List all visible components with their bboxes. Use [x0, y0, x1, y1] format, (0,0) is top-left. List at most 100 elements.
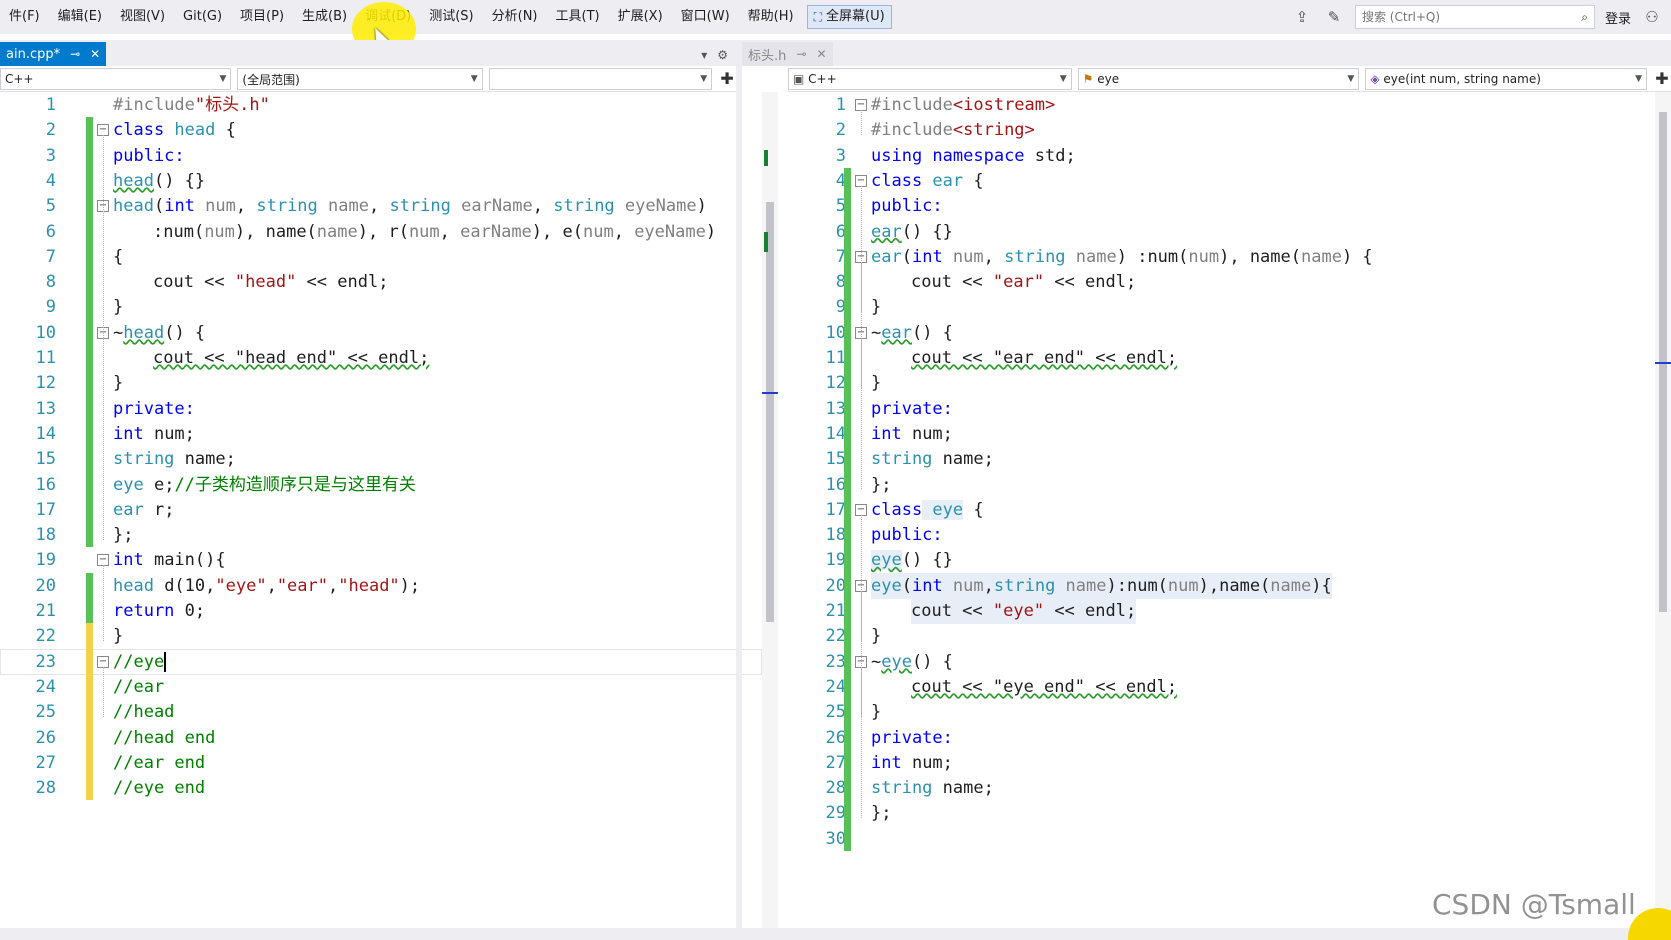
code-line[interactable]: 7{	[0, 244, 762, 270]
code-line[interactable]: 19− int main(){	[0, 547, 762, 573]
code-line[interactable]: 4− class ear {	[790, 168, 1655, 194]
code-line[interactable]: 16};	[790, 472, 1655, 498]
scope-dropdown[interactable]: (全局范围) ▼	[237, 68, 483, 90]
menu-item[interactable]: 分析(N)	[483, 0, 547, 34]
code-line[interactable]: 11 cout << "head end" << endl;	[0, 345, 762, 371]
code-line[interactable]: 26 //head end	[0, 725, 762, 751]
code-line[interactable]: 11 cout << "ear end" << endl;	[790, 345, 1655, 371]
right-editor[interactable]: 1− #include<iostream> 2 #include<string> 3 us…	[790, 92, 1655, 928]
pin-icon[interactable]: ⊸	[796, 47, 806, 61]
menu-item[interactable]: Git(G)	[174, 0, 231, 34]
search-icon[interactable]: ⌕	[1581, 10, 1588, 25]
gear-icon[interactable]: ⚙	[717, 48, 728, 62]
close-icon[interactable]: ✕	[90, 47, 100, 61]
menu-item[interactable]: 窗口(W)	[672, 0, 739, 34]
tab-overflow-icon[interactable]: ▾	[701, 48, 707, 62]
code-line[interactable]: 10− ~head() {	[0, 320, 762, 346]
code-line[interactable]: 9}	[790, 294, 1655, 320]
code-line[interactable]: 15 string name;	[790, 446, 1655, 472]
code-line[interactable]: 27 int num;	[790, 750, 1655, 776]
code-line[interactable]: 5 public:	[790, 193, 1655, 219]
left-scroll-thumb[interactable]	[766, 202, 774, 622]
code-line[interactable]: 4 head() {}	[0, 168, 762, 194]
code-line[interactable]: 12}	[790, 370, 1655, 396]
code-line[interactable]: 8 cout << "ear" << endl;	[790, 269, 1655, 295]
menu-item[interactable]: 项目(P)	[231, 0, 293, 34]
split-plus-icon[interactable]: ✚	[718, 68, 736, 91]
code-line[interactable]: 19 eye() {}	[790, 547, 1655, 573]
split-plus-icon[interactable]: ✚	[1653, 68, 1671, 91]
left-editor[interactable]: 1 #include"标头.h" 2− class head {3 public: 4 he…	[0, 92, 762, 928]
code-line[interactable]: 26 private:	[790, 725, 1655, 751]
code-line[interactable]: 15 string name;	[0, 446, 762, 472]
code-line[interactable]: 27 //ear end	[0, 750, 762, 776]
code-line[interactable]: 23− ~eye() {	[790, 649, 1655, 675]
search-input[interactable]	[1361, 10, 1562, 24]
menu-item[interactable]: 生成(B)	[293, 0, 356, 34]
code-line[interactable]: 1− #include<iostream>	[790, 92, 1655, 118]
login-link[interactable]: 登录	[1605, 8, 1631, 27]
code-line[interactable]: 17 ear r;	[0, 497, 762, 523]
menu-item[interactable]: 帮助(H)	[739, 0, 803, 34]
code-line[interactable]: 24 //ear	[0, 674, 762, 700]
account-icon[interactable]: ⚇	[1641, 8, 1663, 26]
project-dropdown[interactable]: C++ ▼	[0, 68, 232, 90]
code-line[interactable]: 13 private:	[790, 396, 1655, 422]
tab-header-h[interactable]: 标头.h ⊸ ✕	[742, 42, 833, 66]
code-line[interactable]: 21 cout << "eye" << endl;	[790, 598, 1655, 624]
member-dropdown[interactable]: ◈ eye(int num, string name) ▼	[1365, 68, 1648, 90]
code-line[interactable]: 25}	[790, 699, 1655, 725]
menu-item[interactable]: 件(F)	[0, 0, 49, 34]
code-line[interactable]: 25 //head	[0, 699, 762, 725]
code-line[interactable]: 2− class head {	[0, 117, 762, 143]
code-line[interactable]: 2 #include<string>	[790, 117, 1655, 143]
fullscreen-button[interactable]: ⛶ 全屏幕(U)	[806, 5, 892, 29]
code-line[interactable]: 12}	[0, 370, 762, 396]
code-line[interactable]: 7− ear(int num, string name) :num(num), n…	[790, 244, 1655, 270]
pane-splitter[interactable]	[736, 40, 742, 940]
code-line[interactable]: 24 cout << "eye end" << endl;	[790, 674, 1655, 700]
code-line[interactable]: 18};	[0, 522, 762, 548]
code-line[interactable]: 14 int num;	[790, 421, 1655, 447]
code-line[interactable]: 13 private:	[0, 396, 762, 422]
menu-item[interactable]: 扩展(X)	[609, 0, 672, 34]
search-box[interactable]: ⌕	[1354, 5, 1595, 29]
code-line[interactable]: 6 ear() {}	[790, 219, 1655, 245]
project-dropdown[interactable]: ▣ C++ ▼	[788, 68, 1072, 90]
menu-item[interactable]: 视图(V)	[111, 0, 174, 34]
share-icon[interactable]: ⇪	[1291, 8, 1313, 26]
code-line[interactable]: 28 //eye end	[0, 775, 762, 801]
left-scrollbar[interactable]	[762, 92, 778, 928]
code-line[interactable]: 3 using namespace std;	[790, 143, 1655, 169]
code-line[interactable]: 8 cout << "head" << endl;	[0, 269, 762, 295]
pin-icon[interactable]: ⊸	[70, 47, 80, 61]
tab-main-cpp[interactable]: ain.cpp* ⊸ ✕	[0, 42, 107, 66]
code-line[interactable]: 5− head(int num, string name, string earN…	[0, 193, 762, 219]
code-line[interactable]: 6:num(num), name(name), r(num, earName),…	[0, 219, 762, 245]
code-line[interactable]: 9}	[0, 294, 762, 320]
code-line[interactable]: 17− class eye {	[790, 497, 1655, 523]
code-line[interactable]: 20− eye(int num,string name):num(num),nam…	[790, 572, 1655, 599]
code-line[interactable]: 23−//eye	[0, 648, 762, 675]
code-line[interactable]: 28 string name;	[790, 775, 1655, 801]
menu-item[interactable]: 工具(T)	[547, 0, 609, 34]
close-icon[interactable]: ✕	[816, 47, 826, 61]
code-line[interactable]: 10− ~ear() {	[790, 320, 1655, 346]
code-line[interactable]: 18 public:	[790, 522, 1655, 548]
code-line[interactable]: 16 eye e;//子类构造顺序只是与这里有关	[0, 472, 762, 498]
code-line[interactable]: 30	[790, 826, 1655, 852]
menu-item[interactable]: 编辑(E)	[49, 0, 111, 34]
right-scrollbar[interactable]	[1655, 92, 1671, 928]
feedback-icon[interactable]: ✎	[1323, 8, 1345, 26]
code-line[interactable]: 22}	[790, 623, 1655, 649]
member-dropdown[interactable]: ▼	[488, 68, 713, 90]
code-line[interactable]: 22}	[0, 623, 762, 649]
menu-item[interactable]: 测试(S)	[420, 0, 482, 34]
code-line[interactable]: 20 head d(10,"eye","ear","head");	[0, 573, 762, 599]
scope-dropdown[interactable]: ⚑ eye ▼	[1077, 68, 1360, 90]
code-line[interactable]: 1 #include"标头.h"	[0, 92, 762, 118]
code-line[interactable]: 3 public:	[0, 143, 762, 169]
code-line[interactable]: 14 int num;	[0, 421, 762, 447]
code-line[interactable]: 21 return 0;	[0, 598, 762, 624]
code-line[interactable]: 29};	[790, 800, 1655, 826]
